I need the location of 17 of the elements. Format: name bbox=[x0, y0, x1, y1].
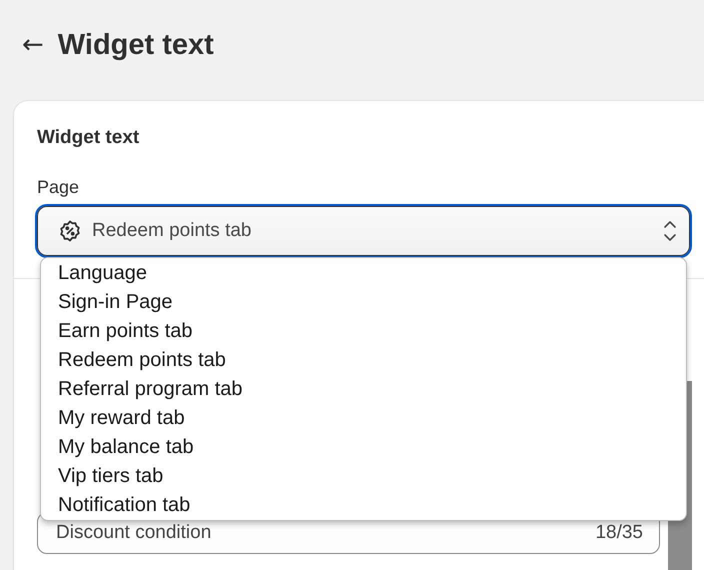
field-label: Page bbox=[37, 177, 80, 198]
dropdown-option[interactable]: My balance tab bbox=[41, 433, 686, 462]
dropdown-option[interactable]: Earn points tab bbox=[41, 317, 686, 346]
chevron-up-down-icon bbox=[663, 219, 677, 243]
discount-badge-icon bbox=[58, 219, 82, 243]
dropdown-option[interactable]: Redeem points tab bbox=[41, 346, 686, 375]
card-title: Widget text bbox=[37, 127, 140, 149]
character-count: 18/35 bbox=[595, 522, 643, 544]
back-button[interactable]: ← bbox=[22, 32, 44, 58]
field-value: Discount condition bbox=[56, 522, 212, 544]
page-select[interactable]: Redeem points tab bbox=[37, 206, 690, 256]
dropdown-option[interactable]: Sign-in Page bbox=[41, 288, 686, 317]
dropdown-option[interactable]: My reward tab bbox=[41, 404, 686, 433]
dropdown-option[interactable]: Vip tiers tab bbox=[41, 462, 686, 491]
dropdown-option[interactable]: Language bbox=[41, 259, 686, 288]
dropdown-option[interactable]: Referral program tab bbox=[41, 375, 686, 404]
page-title: Widget text bbox=[58, 28, 214, 62]
